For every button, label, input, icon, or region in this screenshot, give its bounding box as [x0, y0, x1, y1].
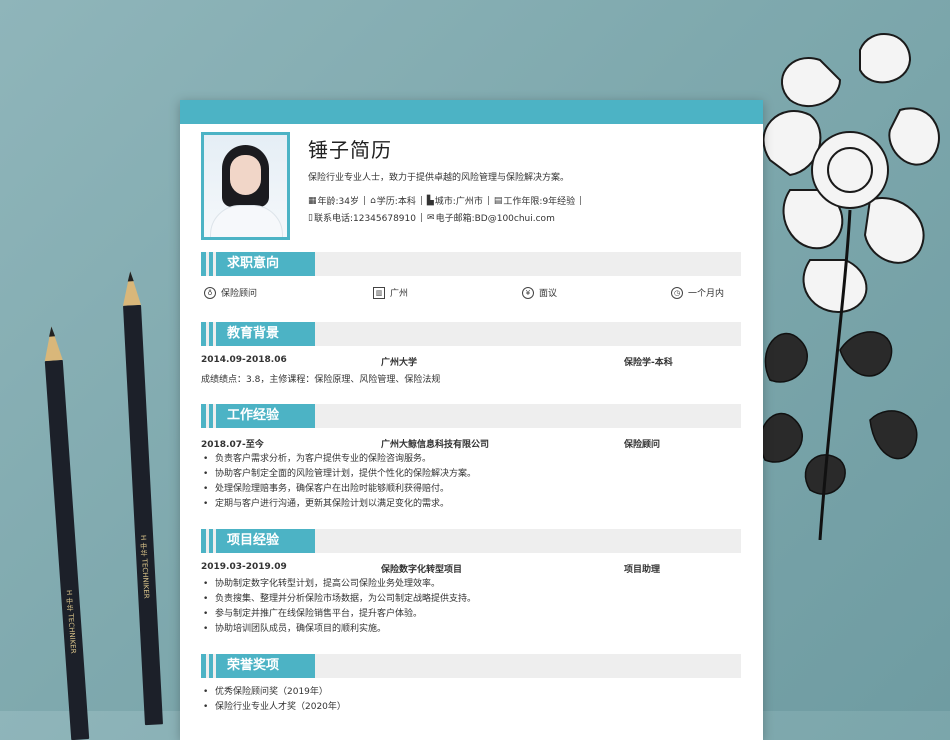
- profile-photo: [201, 132, 290, 240]
- list-item: 优秀保险顾问奖（2019年）: [203, 685, 346, 700]
- list-item: 负责搜集、整理并分析保险市场数据，为公司制定战略提供支持。: [203, 592, 476, 607]
- building-icon: ▥: [373, 286, 385, 299]
- section-header-intent: 求职意向: [201, 252, 741, 276]
- intent-salary: ¥ 面议: [522, 286, 557, 299]
- education-period: 2014.09-2018.06: [201, 355, 287, 365]
- list-item: 协助培训团队成员，确保项目的顺利实施。: [203, 622, 476, 637]
- info-line-2: ▯ 联系电话:12345678910 | ✉ 电子邮箱:BD@100chui.c…: [308, 212, 555, 225]
- calendar-icon: ▦: [308, 195, 317, 206]
- work-role: 保险顾问: [624, 440, 661, 450]
- flower-illustration: [759, 33, 940, 540]
- info-city: 城市:广州市: [434, 197, 483, 207]
- list-item: 定期与客户进行沟通，更新其保险计划以满足变化的需求。: [203, 497, 476, 512]
- intent-position: ♁ 保险顾问: [204, 286, 257, 299]
- section-header-project: 项目经验: [201, 529, 741, 553]
- section-title: 求职意向: [216, 252, 315, 276]
- resume-title: 锤子简历: [308, 138, 392, 162]
- project-period: 2019.03-2019.09: [201, 562, 287, 572]
- project-name: 保险数字化转型项目: [381, 565, 463, 575]
- section-header-work: 工作经验: [201, 404, 741, 428]
- list-item: 处理保险理赔事务，确保客户在出险时能够顺利获得赔付。: [203, 482, 476, 497]
- pencil-decoration: H 中华 TECHNIKER: [42, 325, 90, 740]
- resume-sheet: 锤子简历 保险行业专业人士，致力于提供卓越的风险管理与保险解决方案。 ▦ 年龄:…: [180, 100, 763, 740]
- header-accent-bar: [180, 100, 763, 124]
- resume-intro: 保险行业专业人士，致力于提供卓越的风险管理与保险解决方案。: [308, 173, 570, 183]
- list-item: 参与制定并推广在线保险销售平台，提升客户体验。: [203, 607, 476, 622]
- intent-city: ▥ 广州: [373, 286, 408, 299]
- mail-icon: ✉: [427, 212, 435, 223]
- education-school: 广州大学: [381, 358, 418, 368]
- document-icon: ▤: [493, 195, 503, 206]
- work-period: 2018.07-至今: [201, 440, 264, 450]
- education-major: 保险学-本科: [624, 358, 673, 368]
- clock-icon: ◷: [671, 286, 683, 299]
- section-title: 教育背景: [216, 322, 315, 346]
- list-item: 负责客户需求分析，为客户提供专业的保险咨询服务。: [203, 452, 476, 467]
- intent-availability: ◷ 一个月内: [671, 286, 724, 299]
- list-item: 协助客户制定全面的风险管理计划，提供个性化的保险解决方案。: [203, 467, 476, 482]
- list-item: 协助制定数字化转型计划，提高公司保险业务处理效率。: [203, 577, 476, 592]
- info-age: 年龄:34岁: [317, 197, 360, 207]
- section-header-education: 教育背景: [201, 322, 741, 346]
- work-bullets: 负责客户需求分析，为客户提供专业的保险咨询服务。 协助客户制定全面的风险管理计划…: [201, 452, 476, 512]
- section-header-honors: 荣誉奖项: [201, 654, 741, 678]
- project-role: 项目助理: [624, 565, 661, 575]
- info-email: 电子邮箱:BD@100chui.com: [435, 214, 555, 224]
- info-experience: 工作年限:9年经验: [503, 197, 576, 207]
- section-title: 荣誉奖项: [216, 654, 315, 678]
- graduation-cap-icon: ⌂: [370, 195, 376, 206]
- section-title: 项目经验: [216, 529, 315, 553]
- info-education: 学历:本科: [376, 197, 416, 207]
- info-line-1: ▦ 年龄:34岁 | ⌂ 学历:本科 | ▙ 城市:广州市 | ▤ 工作年限:9…: [308, 195, 583, 208]
- list-item: 保险行业专业人才奖（2020年）: [203, 700, 346, 715]
- education-detail: 成绩绩点：3.8，主修课程：保险原理、风险管理、保险法规: [201, 375, 441, 385]
- work-company: 广州大鲸信息科技有限公司: [381, 440, 490, 450]
- yen-icon: ¥: [522, 286, 534, 299]
- pencil-decoration: H 中华 TECHNIKER: [121, 270, 163, 726]
- medal-icon: ♁: [204, 286, 216, 299]
- section-title: 工作经验: [216, 404, 315, 428]
- info-phone: 联系电话:12345678910: [313, 214, 416, 224]
- project-bullets: 协助制定数字化转型计划，提高公司保险业务处理效率。 负责搜集、整理并分析保险市场…: [201, 577, 476, 637]
- building-icon: ▙: [426, 195, 434, 206]
- phone-icon: ▯: [308, 212, 313, 223]
